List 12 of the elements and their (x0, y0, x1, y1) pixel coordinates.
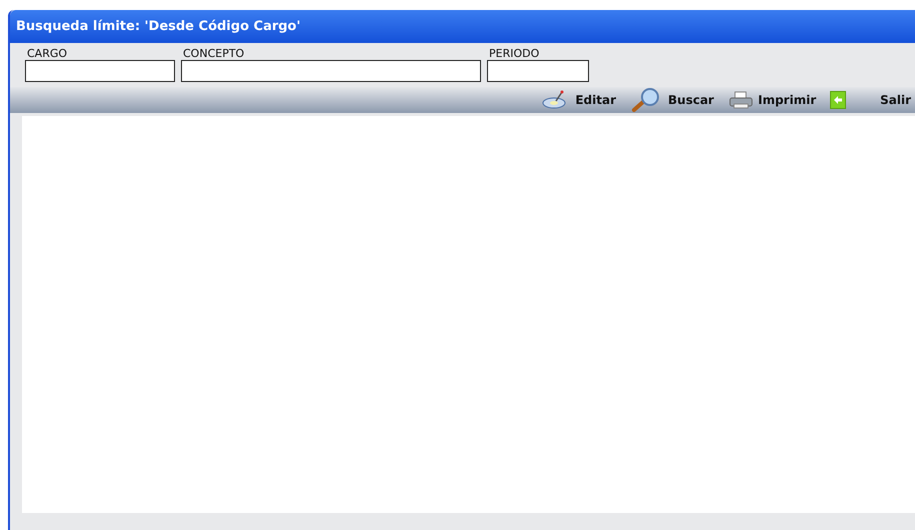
input-field[interactable] (181, 60, 481, 82)
field-label: CONCEPTO (182, 48, 246, 60)
input-field[interactable] (487, 60, 589, 82)
toolbar-button[interactable]: Imprimir (724, 87, 820, 113)
toolbar-button[interactable]: Buscar (626, 87, 718, 113)
field-label: PERIODO (488, 48, 540, 60)
input-field[interactable] (25, 60, 175, 82)
toolbar-button[interactable]: Editar (537, 87, 620, 113)
field-label: CARGO (26, 48, 68, 60)
toolbar-button[interactable]: Salir (826, 87, 915, 113)
printer-icon (728, 90, 754, 110)
window-title: Busqueda límite: 'Desde Código Cargo' (16, 19, 300, 34)
